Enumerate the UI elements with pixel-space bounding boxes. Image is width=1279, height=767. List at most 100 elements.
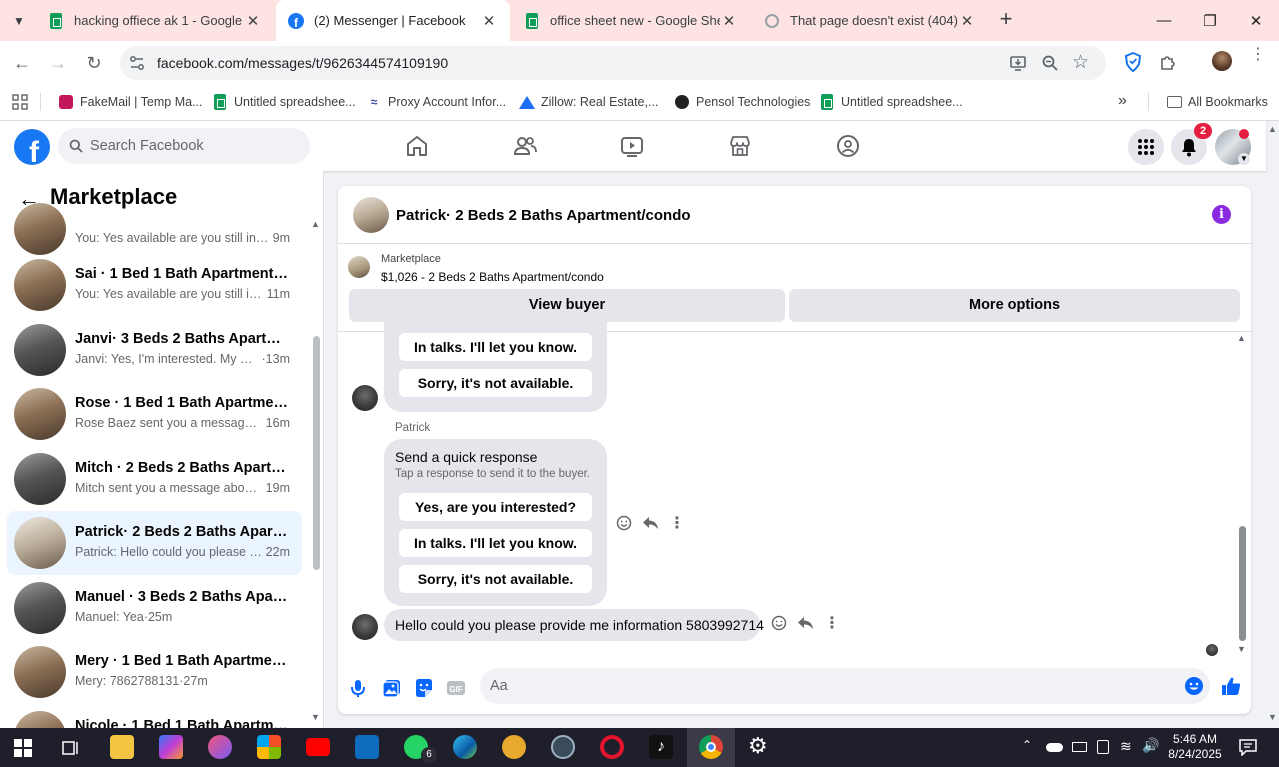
- emoji-icon[interactable]: [1184, 676, 1204, 696]
- quick-response-option[interactable]: In talks. I'll let you know.: [399, 529, 592, 557]
- youtube-icon[interactable]: [306, 738, 330, 756]
- opera-icon[interactable]: [600, 735, 624, 759]
- sender-avatar[interactable]: [352, 614, 378, 640]
- battery-icon[interactable]: [1072, 742, 1087, 752]
- sender-avatar[interactable]: [352, 385, 378, 411]
- listing-price-title[interactable]: $1,026 - 2 Beds 2 Baths Apartment/condo: [381, 270, 604, 284]
- close-icon[interactable]: ✕: [958, 12, 976, 30]
- browser-tab[interactable]: hacking offiece ak 1 - Google Sheets ✕: [36, 0, 274, 41]
- groups-icon[interactable]: [835, 133, 861, 159]
- sidebar-scroll-down-icon[interactable]: ▼: [311, 712, 320, 722]
- notification-center-icon[interactable]: [1239, 739, 1257, 756]
- new-tab-button[interactable]: +: [994, 8, 1018, 32]
- shield-extension-icon[interactable]: [1124, 52, 1142, 72]
- back-arrow-icon[interactable]: ←: [10, 51, 34, 75]
- facebook-logo[interactable]: f: [14, 129, 50, 165]
- message-input[interactable]: Aa: [480, 668, 1210, 704]
- settings-gear-icon[interactable]: ⚙: [748, 733, 768, 759]
- menu-grid-button[interactable]: [1128, 129, 1164, 165]
- browser-tab[interactable]: That page doesn't exist (404) - Facebook…: [752, 0, 988, 41]
- edge-icon[interactable]: [453, 735, 477, 759]
- chat-avatar[interactable]: [353, 197, 389, 233]
- all-bookmarks[interactable]: All Bookmarks: [1166, 92, 1268, 112]
- facebook-search[interactable]: Search Facebook: [58, 128, 310, 164]
- tab-search-button[interactable]: ▼: [8, 10, 30, 32]
- quick-response-option[interactable]: Sorry, it's not available.: [399, 369, 592, 397]
- bookmark-zillow[interactable]: Zillow: Real Estate,...: [519, 92, 658, 112]
- conversation-item[interactable]: Rose · 1 Bed 1 Bath Apartment/c... Rose …: [7, 382, 302, 446]
- chat-scroll-down-icon[interactable]: ▼: [1237, 644, 1246, 654]
- close-window-button[interactable]: ✕: [1233, 0, 1279, 41]
- volume-icon[interactable]: 🔊: [1142, 737, 1159, 754]
- quick-response-option[interactable]: In talks. I'll let you know.: [399, 333, 592, 361]
- address-bar[interactable]: facebook.com/messages/t/9626344574109190…: [120, 46, 1106, 80]
- tiktok-icon[interactable]: ♪: [649, 735, 673, 759]
- reply-icon[interactable]: [642, 515, 659, 531]
- close-icon[interactable]: ✕: [480, 12, 498, 30]
- thumbs-up-icon[interactable]: [1220, 675, 1242, 697]
- gif-icon[interactable]: GIF: [445, 677, 467, 699]
- chat-title[interactable]: Patrick· 2 Beds 2 Baths Apartment/condo: [396, 207, 691, 224]
- forward-arrow-icon[interactable]: →: [46, 51, 70, 75]
- paint-icon[interactable]: [208, 735, 232, 759]
- app-icon[interactable]: [551, 735, 575, 759]
- wifi-icon[interactable]: ≋: [1120, 738, 1132, 755]
- sticker-icon[interactable]: [413, 677, 435, 699]
- bookmark-spreadsheet-2[interactable]: Untitled spreadshee...: [819, 92, 963, 112]
- listing-thumbnail[interactable]: [348, 256, 370, 278]
- info-icon[interactable]: i: [1212, 205, 1231, 224]
- restore-button[interactable]: ❐: [1187, 0, 1233, 41]
- chat-scrollbar[interactable]: [1239, 526, 1246, 641]
- copilot-icon[interactable]: [159, 735, 183, 759]
- react-emoji-icon[interactable]: [616, 515, 632, 531]
- reload-icon[interactable]: ↻: [82, 51, 106, 75]
- microsoft-store-icon[interactable]: [257, 735, 281, 759]
- onedrive-icon[interactable]: [1046, 743, 1063, 752]
- tray-chevron-up-icon[interactable]: ⌃: [1022, 738, 1032, 752]
- profile-avatar[interactable]: [1212, 51, 1232, 71]
- more-options-button[interactable]: More options: [789, 289, 1240, 322]
- outlook-icon[interactable]: [355, 735, 379, 759]
- conversation-item[interactable]: You: Yes available are you still inter..…: [7, 197, 302, 261]
- conversation-item[interactable]: Mitch · 2 Beds 2 Baths Apartme... Mitch …: [7, 447, 302, 511]
- file-explorer-icon[interactable]: [110, 735, 134, 759]
- apps-grid-icon[interactable]: [12, 94, 28, 110]
- conversation-item[interactable]: Nicole · 1 Bed 1 Bath Apartment: [7, 705, 302, 728]
- quick-response-option[interactable]: Yes, are you interested?: [399, 493, 592, 521]
- bookmark-proxy[interactable]: ≈ Proxy Account Infor...: [366, 92, 506, 112]
- account-chevron-down-icon[interactable]: ▼: [1238, 153, 1250, 165]
- windows-start-icon[interactable]: [14, 739, 32, 757]
- video-icon[interactable]: [619, 133, 645, 159]
- page-scroll-down-icon[interactable]: ▼: [1268, 712, 1277, 722]
- sidebar-scrollbar[interactable]: [313, 336, 320, 570]
- quick-response-option[interactable]: Sorry, it's not available.: [399, 565, 592, 593]
- site-settings-icon[interactable]: [129, 55, 145, 71]
- minimize-button[interactable]: —: [1141, 0, 1187, 41]
- close-icon[interactable]: ✕: [720, 12, 738, 30]
- more-vertical-icon[interactable]: ⋮: [824, 613, 840, 633]
- conversation-item[interactable]: Janvi· 3 Beds 2 Baths Apartment... Janvi…: [7, 318, 302, 382]
- react-emoji-icon[interactable]: [771, 615, 787, 631]
- conversation-item[interactable]: Manuel · 3 Beds 2 Baths Apartm... Manuel…: [7, 576, 302, 640]
- microphone-icon[interactable]: [347, 677, 369, 699]
- device-icon[interactable]: [1097, 740, 1109, 754]
- system-clock[interactable]: 5:46 AM 8/24/2025: [1160, 732, 1230, 762]
- close-icon[interactable]: ✕: [244, 12, 262, 30]
- zoom-icon[interactable]: [1041, 54, 1059, 72]
- bookmark-pensol[interactable]: Pensol Technologies: [674, 92, 810, 112]
- bookmarks-overflow-icon[interactable]: »: [1118, 92, 1127, 110]
- bookmark-star-icon[interactable]: ☆: [1072, 51, 1089, 74]
- bookmark-fakemail[interactable]: FakeMail | Temp Ma...: [58, 92, 203, 112]
- medal-icon[interactable]: [502, 735, 526, 759]
- sidebar-scroll-up-icon[interactable]: ▲: [311, 219, 320, 229]
- install-app-icon[interactable]: [1009, 54, 1027, 72]
- page-scroll-up-icon[interactable]: ▲: [1268, 124, 1277, 134]
- chat-scroll-up-icon[interactable]: ▲: [1237, 333, 1246, 343]
- browser-tab-active[interactable]: f (2) Messenger | Facebook ✕: [276, 0, 510, 41]
- conversation-item[interactable]: Mery · 1 Bed 1 Bath Apartment/... Mery: …: [7, 640, 302, 704]
- marketplace-icon[interactable]: [727, 133, 753, 159]
- browser-menu-icon[interactable]: ⋮: [1250, 47, 1266, 63]
- photo-icon[interactable]: [381, 677, 403, 699]
- home-icon[interactable]: [404, 133, 430, 159]
- conversation-item-active[interactable]: Patrick· 2 Beds 2 Baths Apartme... Patri…: [7, 511, 302, 575]
